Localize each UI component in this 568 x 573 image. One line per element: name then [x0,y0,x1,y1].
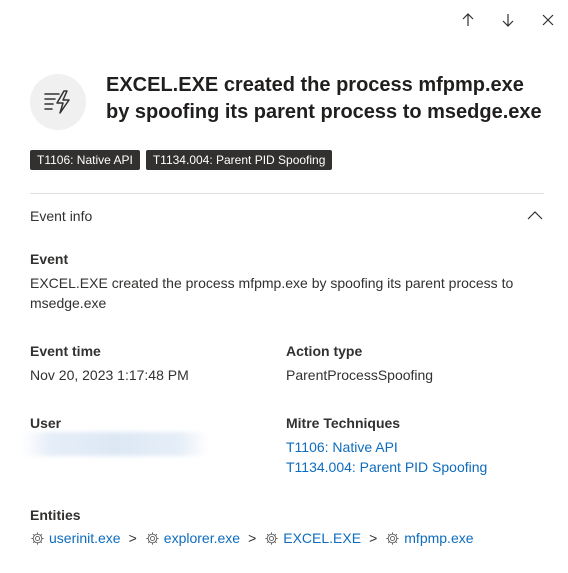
action-type-value: ParentProcessSpoofing [286,367,434,383]
event-details-panel: EXCEL.EXE created the process mfpmp.exe … [0,0,568,573]
page-title: EXCEL.EXE created the process mfpmp.exe … [106,74,542,123]
user-label: User [30,415,62,431]
tag-t1106[interactable]: T1106: Native API [30,150,140,170]
entity-label: mfpmp.exe [404,530,474,546]
mitre-link-t1134[interactable]: T1134.004: Parent PID Spoofing [286,457,487,477]
entity-separator: > [248,530,257,546]
close-button[interactable] [536,8,560,32]
panel-navigation [456,8,560,32]
event-value: EXCEL.EXE created the process mfpmp.exe … [30,275,514,311]
mitre-tag-list: T1106: Native API T1134.004: Parent PID … [30,150,333,170]
entity-separator: > [369,530,378,546]
entities-label: Entities [30,507,81,523]
process-lightning-icon [44,90,70,114]
event-label: Event [30,251,69,267]
gear-icon [146,531,159,545]
entity-mfpmp[interactable]: mfpmp.exe [385,530,474,546]
event-time-value: Nov 20, 2023 1:17:48 PM [30,367,189,383]
entity-excel[interactable]: EXCEL.EXE [264,530,361,546]
entity-explorer[interactable]: explorer.exe [145,530,240,546]
event-time-label: Event time [30,343,101,359]
user-value-redacted [22,432,208,456]
event-header: EXCEL.EXE created the process mfpmp.exe … [30,72,544,130]
mitre-link-t1106[interactable]: T1106: Native API [286,437,398,457]
close-icon [542,14,554,26]
chevron-up-icon [527,211,543,220]
entity-label: userinit.exe [49,530,121,546]
previous-button[interactable] [456,8,480,32]
action-type-label: Action type [286,343,363,359]
gear-icon [386,531,399,545]
arrow-up-icon [462,13,474,26]
divider [30,193,544,194]
entity-label: explorer.exe [163,530,241,546]
gear-icon [31,531,44,545]
arrow-down-icon [502,14,514,27]
entity-label: EXCEL.EXE [283,530,362,546]
mitre-label: Mitre Techniques [286,415,401,431]
entity-chain: userinit.exe > explorer.exe > EXCEL.EXE … [30,530,474,546]
entity-userinit[interactable]: userinit.exe [30,530,121,546]
tag-t1134[interactable]: T1134.004: Parent PID Spoofing [145,150,333,170]
entity-separator: > [128,530,137,546]
event-info-section-toggle[interactable]: Event info [30,204,544,228]
section-title: Event info [30,208,93,224]
gear-icon [265,531,278,545]
event-avatar [30,74,86,130]
next-button[interactable] [496,8,520,32]
